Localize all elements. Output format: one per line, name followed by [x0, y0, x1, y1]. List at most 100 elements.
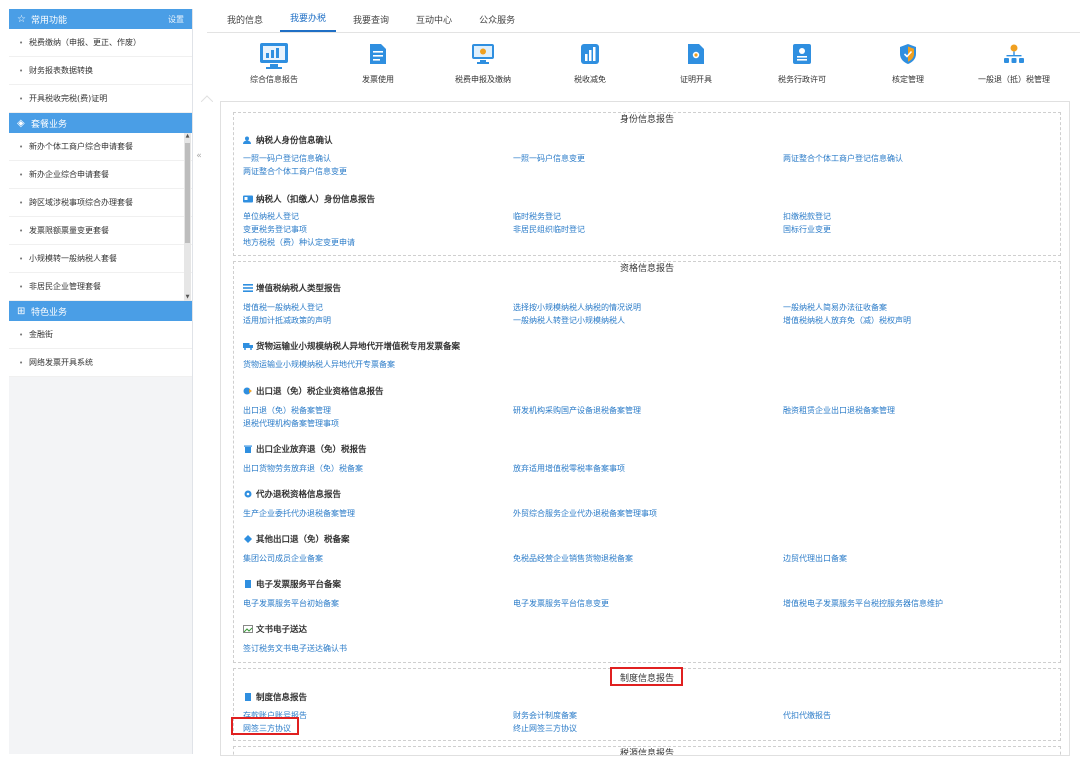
- highlight-box-wangqian: [231, 717, 299, 735]
- link-item[interactable]: 终止网签三方协议: [513, 723, 577, 734]
- link-row: 货物运输业小规模纳税人异地代开专票备案: [243, 359, 1053, 370]
- link-row: 生产企业委托代办退税备案管理 外贸综合服务企业代办退税备案管理事项: [243, 508, 1053, 519]
- block-tax-source-report: 税源信息报告: [233, 746, 1061, 755]
- tab-interaction[interactable]: 互动中心: [406, 13, 462, 32]
- group-title: 制度信息报告: [243, 691, 307, 703]
- doc-icon: [243, 580, 253, 588]
- sidebar-item[interactable]: • 金融街: [9, 321, 192, 349]
- link-item[interactable]: 增值税纳税人放弃免（减）税权声明: [783, 315, 911, 326]
- link-item[interactable]: 一照一码户信息变更: [513, 153, 585, 164]
- tab-query[interactable]: 我要查询: [343, 13, 399, 32]
- link-item[interactable]: 增值税一般纳税人登记: [243, 302, 323, 313]
- link-item[interactable]: 非居民组织临时登记: [513, 224, 585, 235]
- link-item[interactable]: 两证整合个体工商户登记信息确认: [783, 153, 903, 164]
- bullet-icon: •: [19, 226, 24, 235]
- truck-icon: [243, 342, 253, 350]
- tab-my-info[interactable]: 我的信息: [217, 13, 273, 32]
- link-item[interactable]: 两证整合个体工商户信息变更: [243, 166, 347, 177]
- link-item[interactable]: 国标行业变更: [783, 224, 831, 235]
- tax-relief-icon: [578, 42, 602, 66]
- link-row: 一照一码户登记信息确认 一照一码户信息变更 两证整合个体工商户登记信息确认: [243, 153, 1053, 164]
- link-item[interactable]: 单位纳税人登记: [243, 211, 299, 222]
- link-item[interactable]: 变更税务登记事项: [243, 224, 307, 235]
- link-item[interactable]: 电子发票服务平台初始备案: [243, 598, 339, 609]
- link-item[interactable]: 代扣代缴报告: [783, 710, 831, 721]
- link-item[interactable]: 货物运输业小规模纳税人异地代开专票备案: [243, 359, 395, 370]
- link-row: 增值税一般纳税人登记 选择按小规模纳税人纳税的情况说明 一般纳税人简易办法征收备…: [243, 302, 1053, 313]
- link-item[interactable]: 研发机构采购国产设备退税备案管理: [513, 405, 641, 416]
- active-pointer-icon: [201, 95, 213, 102]
- collapse-sidebar-icon[interactable]: «: [193, 145, 205, 167]
- settings-link[interactable]: 设置: [168, 14, 184, 25]
- sidebar-scrollbar[interactable]: ▲ ▼: [184, 133, 191, 301]
- sidebar-item[interactable]: • 跨区域涉税事项综合办理套餐: [9, 189, 192, 217]
- link-item[interactable]: 扣缴税款登记: [783, 211, 831, 222]
- link-item[interactable]: 地方税税（费）种认定变更申请: [243, 237, 355, 248]
- link-item[interactable]: 一般纳税人简易办法征收备案: [783, 302, 887, 313]
- tab-do-tax[interactable]: 我要办税: [280, 11, 337, 32]
- link-item[interactable]: 适用加计抵减政策的声明: [243, 315, 331, 326]
- group-title: 其他出口退（免）税备案: [243, 533, 350, 545]
- sidebar-item[interactable]: • 小规模转一般纳税人套餐: [9, 245, 192, 273]
- link-item[interactable]: 选择按小规模纳税人纳税的情况说明: [513, 302, 641, 313]
- link-item[interactable]: 临时税务登记: [513, 211, 561, 222]
- sidebar-section-package[interactable]: ◈ 套餐业务: [9, 113, 192, 133]
- link-item[interactable]: 增值税电子发票服务平台税控服务器信息维护: [783, 598, 943, 609]
- func-admin-license[interactable]: 税务行政许可: [752, 42, 852, 85]
- monitor-report-icon: [259, 42, 289, 70]
- link-item[interactable]: 一照一码户登记信息确认: [243, 153, 331, 164]
- sidebar-section-common[interactable]: ☆ 常用功能 设置: [9, 9, 192, 29]
- link-item[interactable]: 电子发票服务平台信息变更: [513, 598, 609, 609]
- func-label: 税费申报及缴纳: [455, 75, 511, 84]
- link-item[interactable]: 生产企业委托代办退税备案管理: [243, 508, 355, 519]
- section-title: 常用功能: [31, 15, 68, 26]
- link-item[interactable]: 放弃适用增值税零税率备案事项: [513, 463, 625, 474]
- func-assessment[interactable]: 核定管理: [858, 42, 958, 85]
- link-row: 出口退（免）税备案管理 研发机构采购国产设备退税备案管理 融资租赁企业出口退税备…: [243, 405, 1053, 416]
- id-card-icon: [243, 195, 253, 203]
- link-item[interactable]: 退税代理机构备案管理事项: [243, 418, 339, 429]
- func-tax-relief[interactable]: 税收减免: [540, 42, 640, 85]
- func-label: 综合信息报告: [250, 75, 298, 84]
- link-item[interactable]: 出口退（免）税备案管理: [243, 405, 331, 416]
- tab-public-service[interactable]: 公众服务: [469, 13, 525, 32]
- func-refund-management[interactable]: 一般退（抵）税管理: [964, 42, 1064, 85]
- scroll-up-icon[interactable]: ▲: [184, 133, 191, 140]
- sidebar-item[interactable]: • 发票限额票量变更套餐: [9, 217, 192, 245]
- sidebar-item[interactable]: • 网络发票开具系统: [9, 349, 192, 377]
- link-item[interactable]: 融资租赁企业出口退税备案管理: [783, 405, 895, 416]
- func-label: 税收减免: [574, 75, 606, 84]
- sidebar-item[interactable]: • 新办个体工商户综合申请套餐: [9, 133, 192, 161]
- type-icon: [243, 284, 253, 292]
- sidebar-item[interactable]: • 税费缴纳（申报、更正、作废）: [9, 29, 192, 57]
- block-title: 身份信息报告: [619, 115, 674, 125]
- link-item[interactable]: 一般纳税人转登记小规模纳税人: [513, 315, 625, 326]
- func-invoice-use[interactable]: 发票使用: [328, 42, 428, 85]
- doc-icon: [243, 693, 253, 701]
- link-item[interactable]: 签订税务文书电子送达确认书: [243, 643, 347, 654]
- link-item[interactable]: 出口货物劳务放弃退（免）税备案: [243, 463, 363, 474]
- func-declare-pay[interactable]: 税费申报及缴纳: [433, 42, 533, 85]
- scrollbar-thumb[interactable]: [185, 143, 190, 243]
- sidebar-item[interactable]: • 财务报表数据转换: [9, 57, 192, 85]
- sidebar-section-special[interactable]: ⊞ 特色业务: [9, 301, 192, 321]
- sidebar-item[interactable]: • 开具税收完税(费)证明: [9, 85, 192, 113]
- sidebar-item[interactable]: • 新办企业综合申请套餐: [9, 161, 192, 189]
- sidebar-item-label: 跨区域涉税事项综合办理套餐: [29, 198, 133, 207]
- link-item[interactable]: 外贸综合服务企业代办退税备案管理事项: [513, 508, 657, 519]
- certificate-icon: [684, 42, 708, 66]
- link-row: 存款账户账号报告 财务会计制度备案 代扣代缴报告: [243, 710, 1053, 721]
- link-row: 集团公司成员企业备案 免税品经营企业销售货物退税备案 边贸代理出口备案: [243, 553, 1053, 564]
- group-title: 代办退税资格信息报告: [243, 488, 341, 500]
- func-certificate[interactable]: 证明开具: [646, 42, 746, 85]
- sidebar-item-label: 发票限额票量变更套餐: [29, 226, 109, 235]
- scroll-down-icon[interactable]: ▼: [184, 294, 191, 301]
- sidebar-item[interactable]: • 非居民企业管理套餐: [9, 273, 192, 301]
- link-item[interactable]: 集团公司成员企业备案: [243, 553, 323, 564]
- func-comprehensive-report[interactable]: 综合信息报告: [224, 42, 324, 85]
- link-item[interactable]: 财务会计制度备案: [513, 710, 577, 721]
- link-item[interactable]: 免税品经营企业销售货物退税备案: [513, 553, 633, 564]
- bullet-icon: •: [19, 38, 24, 47]
- block-title: 资格信息报告: [619, 264, 674, 274]
- link-item[interactable]: 边贸代理出口备案: [783, 553, 847, 564]
